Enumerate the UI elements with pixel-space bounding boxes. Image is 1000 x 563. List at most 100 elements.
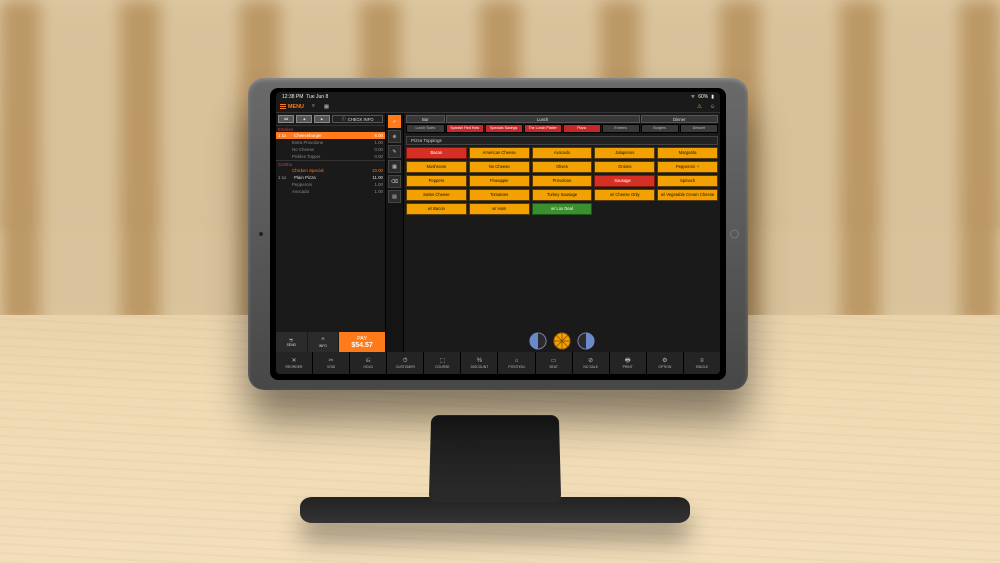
category-tabs: BarLunch SidesLunchSpanish Red HotsSpeci… <box>404 113 720 135</box>
bottom-reorder[interactable]: ✕REORDER <box>276 352 312 374</box>
order-row[interactable]: 1 1xPlain Pizza11.00 <box>276 174 385 181</box>
portion-left-half[interactable] <box>529 332 547 350</box>
order-row[interactable]: Chicken Special10.00 <box>276 167 385 174</box>
topping-button[interactable]: Bacon <box>406 147 467 159</box>
rail-list-button[interactable]: ▤ <box>388 190 401 203</box>
topping-button[interactable]: No Cheese <box>469 161 530 173</box>
bottom-discount[interactable]: %DISCOUNT <box>461 352 497 374</box>
category-header[interactable]: Lunch <box>446 115 640 123</box>
topping-button[interactable]: w/ Vegetable Cream Cheese <box>657 189 718 201</box>
topping-button[interactable]: Peppers <box>406 175 467 187</box>
order-row[interactable]: Entrées <box>276 125 385 132</box>
order-row[interactable]: Extra Provolone1.00 <box>276 139 385 146</box>
main-panel: BarLunch SidesLunchSpanish Red HotsSpeci… <box>404 113 720 352</box>
subcategory-button[interactable]: Burgers <box>641 124 679 133</box>
bottom-customer[interactable]: ⏱CUSTOMER <box>387 352 423 374</box>
user-icon[interactable]: ☺ <box>709 103 716 110</box>
clock: 12:38 PM <box>282 94 303 100</box>
rail-add-button[interactable]: ⊕ <box>388 130 401 143</box>
bottom-icon: ✂ <box>329 358 334 364</box>
topping-button[interactable]: American Cheese <box>469 147 530 159</box>
subcategory-button[interactable]: Lunch Sides <box>406 124 445 133</box>
category-header[interactable]: Dinner <box>641 115 719 123</box>
bottom-icon: ⌂ <box>515 358 519 364</box>
nav-left[interactable]: ◀ <box>296 115 312 123</box>
topping-button[interactable]: w/ Lox Deal <box>532 203 593 215</box>
topping-button[interactable]: Swiss Cheese <box>406 189 467 201</box>
topping-button[interactable]: w/ Cheese Only <box>594 189 655 201</box>
search-icon[interactable]: ⌕ <box>310 103 317 110</box>
rail-grid-button[interactable]: ▦ <box>388 160 401 173</box>
tablet-stand-neck <box>429 415 561 502</box>
topping-button[interactable]: w/ Bacon <box>406 203 467 215</box>
bottom-icon: % <box>477 358 482 364</box>
nav-right[interactable]: ▶ <box>314 115 330 123</box>
topping-button[interactable]: Mushroom <box>406 161 467 173</box>
subcategory-button[interactable]: The Lunch Platter <box>524 124 562 133</box>
bottom-no-sale[interactable]: ⊘NO SALE <box>573 352 609 374</box>
topping-button[interactable]: Pineapple <box>469 175 530 187</box>
alert-icon[interactable]: ⚠ <box>696 103 703 110</box>
order-row[interactable]: No Cheese0.00 <box>276 146 385 153</box>
order-item-list[interactable]: Entrées1 1xCheeseburger6.00Extra Provolo… <box>276 125 385 332</box>
bottom-icon: ⊘ <box>588 358 593 364</box>
bottom-position[interactable]: ⌂POSITION <box>498 352 534 374</box>
rail-done-button[interactable]: ✓ <box>388 115 401 128</box>
portion-whole[interactable] <box>553 332 571 350</box>
topping-button[interactable]: Olives <box>532 161 593 173</box>
subcategory-button[interactable]: Specials Savings <box>485 124 523 133</box>
bottom-hold[interactable]: ⎌HOLD <box>350 352 386 374</box>
section-title: Pizza Toppings <box>406 136 718 145</box>
bottom-void[interactable]: ✂VOID <box>313 352 349 374</box>
subcategory-button[interactable]: Dessert <box>680 124 718 133</box>
bottom-icon: ⎌ <box>366 358 371 364</box>
bottom-print[interactable]: 🖶PRINT <box>610 352 646 374</box>
check-info-button[interactable]: ⓘ CHECK INFO <box>332 115 383 123</box>
topping-button[interactable]: Jalapenos <box>594 147 655 159</box>
rail-edit-button[interactable]: ✎ <box>388 145 401 158</box>
pay-amount: $54.57 <box>351 342 372 349</box>
bottom-seat[interactable]: ▭SEAT <box>536 352 572 374</box>
topping-button[interactable]: Pepperoni+ <box>657 161 718 173</box>
subcategory-button[interactable]: Entrées <box>602 124 640 133</box>
rail-delete-button[interactable]: ⌫ <box>388 175 401 188</box>
order-row[interactable]: 1 1xCheeseburger6.00 <box>276 132 385 139</box>
bottom-icon: ⚙ <box>662 358 667 364</box>
topping-button[interactable]: Tomatoes <box>469 189 530 201</box>
portion-right-half[interactable] <box>577 332 595 350</box>
topping-button[interactable]: Spinach <box>657 175 718 187</box>
pay-button[interactable]: PAY $54.57 <box>339 332 385 352</box>
topping-button[interactable]: w/ Ham <box>469 203 530 215</box>
bottom-option[interactable]: ⚙OPTION <box>647 352 683 374</box>
menu-button[interactable]: MENU <box>280 104 304 110</box>
bottom-icon: ⏱ <box>403 358 408 364</box>
order-row[interactable]: Pickles Topper0.00 <box>276 153 385 160</box>
topping-button[interactable]: Avocado <box>532 147 593 159</box>
info-button[interactable]: 🗎 INFO <box>308 332 339 352</box>
home-button[interactable] <box>730 230 739 239</box>
order-row[interactable]: Combo <box>276 160 385 167</box>
keyboard-toggle[interactable]: ⌨ <box>278 115 294 123</box>
hamburger-icon <box>280 104 286 109</box>
topping-button[interactable]: Sausage+ <box>594 175 655 187</box>
topping-button[interactable]: Turkey Sausage <box>532 189 593 201</box>
bottom-single[interactable]: ≡SINGLE <box>684 352 720 374</box>
subcategory-button[interactable]: Spanish Red Hots <box>446 124 484 133</box>
send-button[interactable]: 📷 SEND <box>276 332 307 352</box>
topping-button[interactable]: Provolone <box>532 175 593 187</box>
bottom-icon: ▭ <box>551 358 557 364</box>
topping-button[interactable]: Margarita <box>657 147 718 159</box>
front-camera <box>259 232 263 236</box>
toppings-grid: BaconAmerican CheeseAvocadoJalapenosMarg… <box>404 145 720 217</box>
pizza-portion-selector <box>404 328 720 352</box>
info-label: INFO <box>319 344 327 348</box>
bottom-course[interactable]: ⬚COURSE <box>424 352 460 374</box>
topping-button[interactable]: Onions <box>594 161 655 173</box>
subcategory-button[interactable]: Pizza <box>563 124 601 133</box>
order-row[interactable]: Avocado1.00 <box>276 188 385 195</box>
date: Tue Jun 8 <box>306 94 328 100</box>
order-row[interactable]: Pepperoni1.00 <box>276 181 385 188</box>
bottom-icon: ⬚ <box>440 358 446 364</box>
grid-view-icon[interactable]: ▦ <box>323 103 330 110</box>
category-header[interactable]: Bar <box>406 115 445 123</box>
